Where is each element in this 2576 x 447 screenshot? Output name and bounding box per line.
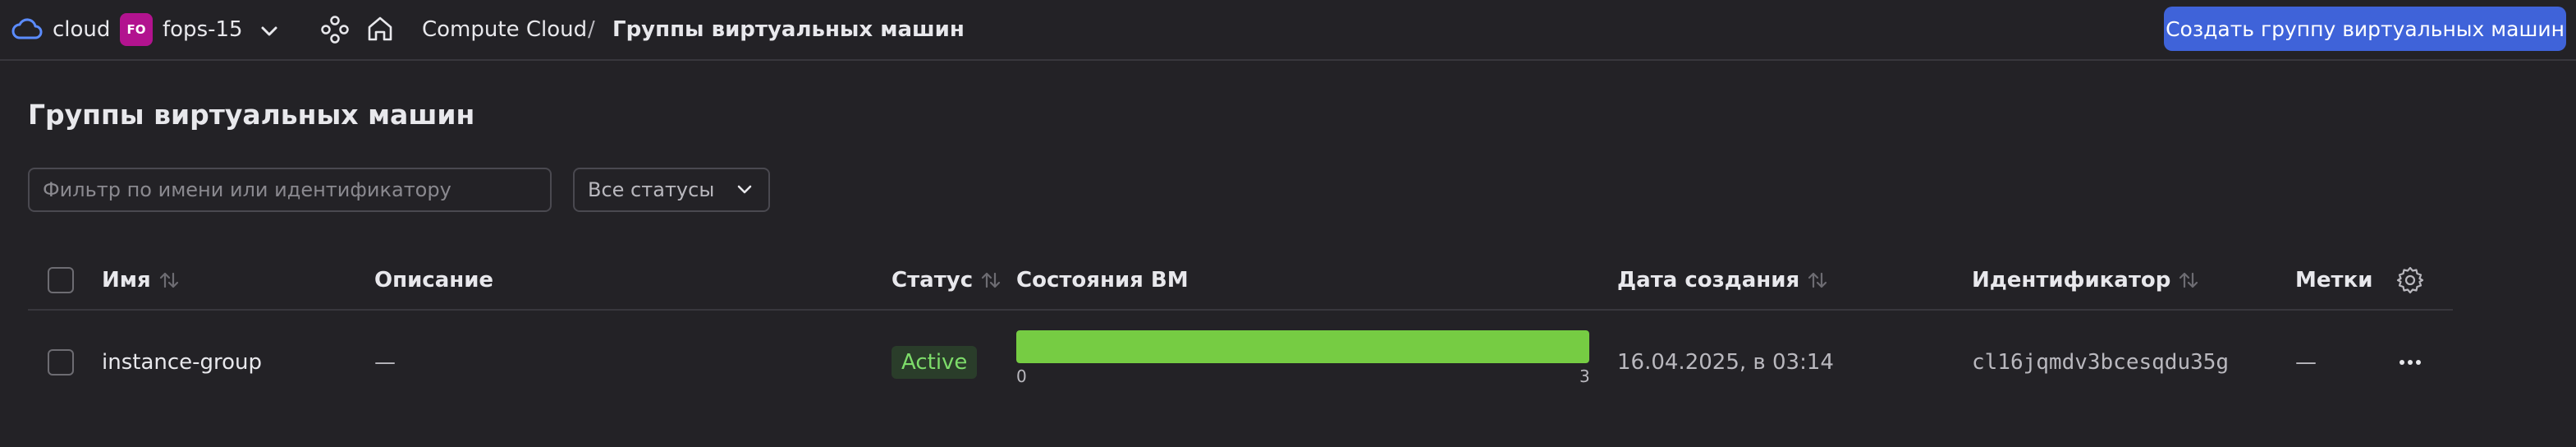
folder-name[interactable]: fops-15 xyxy=(163,16,243,43)
sort-icon[interactable] xyxy=(979,269,1002,292)
cloud-label[interactable]: cloud xyxy=(53,16,110,43)
row-labels: — xyxy=(2295,350,2317,375)
row-id[interactable]: cl16jqmdv3bcesqdu35g xyxy=(1972,349,2229,376)
top-bar: cloud FO fops-15 Compute Cloud / Группы … xyxy=(0,0,2576,61)
table-header: Имя Описание Статус Состояния ВМ Дата со… xyxy=(28,250,2453,311)
sort-icon[interactable] xyxy=(1806,269,1829,292)
column-header-status[interactable]: Статус xyxy=(892,267,1002,293)
vm-states-bar-fill xyxy=(1016,330,1589,363)
create-instance-group-button[interactable]: Создать группу виртуальных машин xyxy=(2164,7,2566,51)
row-created: 16.04.2025, в 03:14 xyxy=(1617,350,1834,375)
sort-icon[interactable] xyxy=(2177,269,2200,292)
breadcrumb-compute-cloud[interactable]: Compute Cloud xyxy=(422,16,587,43)
vm-states-bar xyxy=(1016,330,1589,363)
breadcrumb-separator: / xyxy=(588,17,595,42)
chevron-down-icon[interactable] xyxy=(256,18,282,44)
select-all-checkbox[interactable] xyxy=(48,267,74,293)
home-icon[interactable] xyxy=(364,13,396,44)
services-icon[interactable] xyxy=(320,15,350,44)
vm-states-min: 0 xyxy=(1016,366,1027,386)
row-description: — xyxy=(374,350,396,375)
column-header-description: Описание xyxy=(374,268,494,293)
column-header-name[interactable]: Имя xyxy=(102,267,181,293)
row-name[interactable]: instance-group xyxy=(102,349,262,376)
more-icon[interactable] xyxy=(2395,348,2425,377)
row-checkbox[interactable] xyxy=(48,349,74,376)
breadcrumb-current: Группы виртуальных машин xyxy=(612,17,965,42)
page-title: Группы виртуальных машин xyxy=(28,99,475,131)
table-row[interactable]: instance-group — Active 0 3 16.04.2025, … xyxy=(28,311,2453,414)
status-filter-value: Все статусы xyxy=(588,178,715,201)
status-filter-select[interactable]: Все статусы xyxy=(573,168,770,212)
vm-states-max: 3 xyxy=(1579,366,1590,386)
chevron-down-icon xyxy=(732,177,757,202)
folder-avatar[interactable]: FO xyxy=(120,13,153,46)
column-header-labels: Метки xyxy=(2295,268,2373,293)
column-header-vm-states: Состояния ВМ xyxy=(1016,268,1189,293)
gear-icon[interactable] xyxy=(2395,265,2425,295)
search-input[interactable] xyxy=(28,168,552,212)
cloud-icon[interactable] xyxy=(11,15,43,43)
sort-icon[interactable] xyxy=(158,269,181,292)
status-badge: Active xyxy=(892,346,978,379)
column-header-id[interactable]: Идентификатор xyxy=(1972,267,2200,293)
column-header-created[interactable]: Дата создания xyxy=(1617,267,1829,293)
